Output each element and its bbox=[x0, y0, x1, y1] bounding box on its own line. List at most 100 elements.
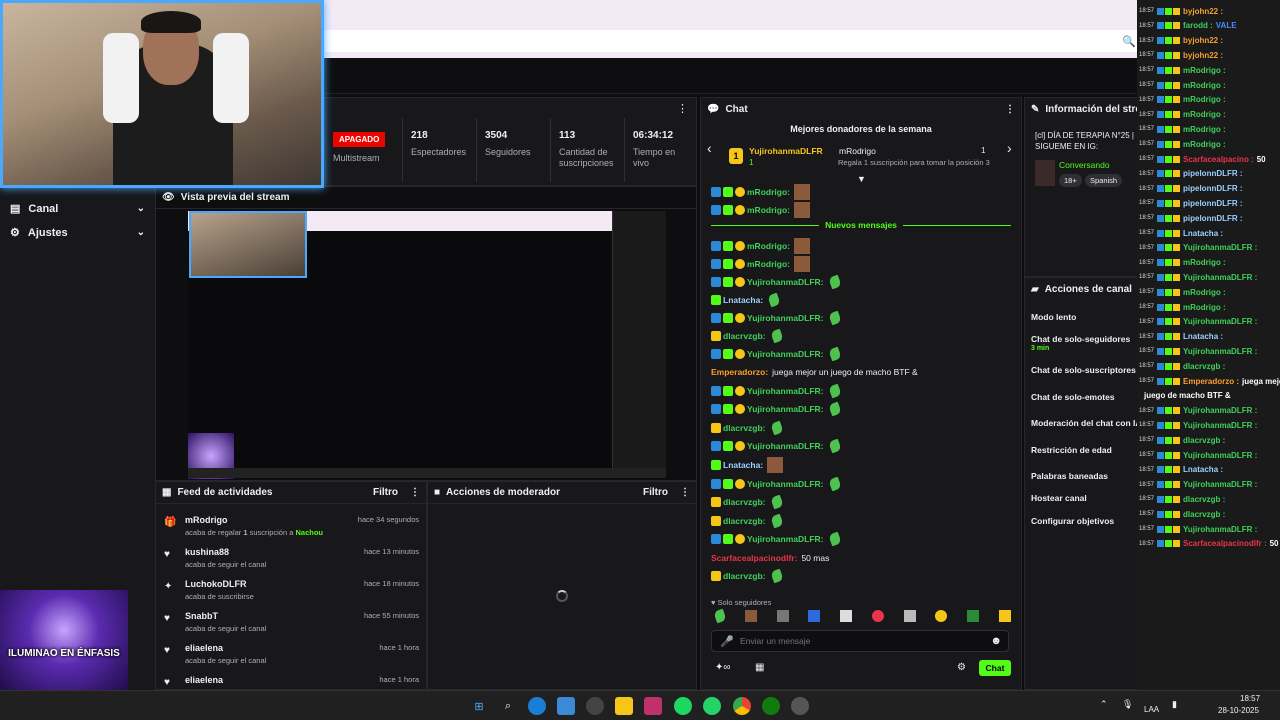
emote-icon[interactable] bbox=[744, 610, 757, 622]
action-followers-only[interactable]: Chat de solo-seguidores bbox=[1031, 334, 1130, 344]
feed-row[interactable]: ♥ SnabbT acaba de seguir el canal hace 5… bbox=[164, 611, 419, 643]
chat-line[interactable]: YujirohanmaDLFR: bbox=[711, 274, 842, 290]
input-language[interactable]: LAA bbox=[1144, 705, 1159, 714]
more-options-icon[interactable]: ⋮ bbox=[1005, 104, 1015, 115]
donors-next-button[interactable]: › bbox=[1007, 140, 1012, 156]
chat-line[interactable]: YujirohanmaDLFR: bbox=[711, 310, 842, 326]
chat-line[interactable]: YujirohanmaDLFR: bbox=[711, 438, 842, 454]
chevron-up-icon[interactable]: ⌃ bbox=[1100, 699, 1108, 710]
chat-tools-icon[interactable]: ✦∞ bbox=[715, 662, 731, 673]
windows-start-icon[interactable]: ⊞ bbox=[470, 697, 488, 715]
feed-user[interactable]: eliaelena bbox=[185, 643, 223, 653]
action-subs-only[interactable]: Chat de solo-suscriptores bbox=[1031, 365, 1136, 375]
more-options-icon[interactable]: ⋮ bbox=[677, 102, 688, 115]
emote-icon[interactable] bbox=[967, 610, 980, 622]
more-options-icon[interactable]: ⋮ bbox=[410, 487, 420, 498]
chat-username[interactable]: mRodrigo: bbox=[747, 241, 790, 251]
mic-icon[interactable]: 🎙 bbox=[1122, 699, 1133, 710]
action-slow-mode[interactable]: Modo lento bbox=[1031, 312, 1076, 322]
feed-user[interactable]: SnabbT bbox=[185, 611, 218, 621]
zoom-icon[interactable]: 🔍 bbox=[1122, 35, 1136, 48]
chat-username[interactable]: Scarfacealpacinodlfr: bbox=[711, 553, 797, 563]
chat-line[interactable]: dlacrvzgb: bbox=[711, 494, 784, 510]
donor-1-name[interactable]: YujirohanmaDLFR bbox=[749, 146, 823, 156]
store-icon[interactable] bbox=[557, 697, 575, 715]
chat-username[interactable]: dlacrvzgb: bbox=[723, 497, 766, 507]
chat-username[interactable]: YujirohanmaDLFR: bbox=[747, 404, 824, 414]
xbox-icon[interactable] bbox=[762, 697, 780, 715]
chevron-down-icon[interactable]: ▼ bbox=[857, 174, 866, 184]
feed-row[interactable]: ✦ LuchokoDLFR acaba de suscribirse hace … bbox=[164, 579, 419, 611]
chat-line[interactable]: dlacrvzgb: bbox=[711, 328, 784, 344]
emote-icon[interactable] bbox=[935, 610, 948, 622]
chat-line[interactable]: YujirohanmaDLFR: bbox=[711, 476, 842, 492]
chat-line[interactable]: dlacrvzgb: bbox=[711, 420, 784, 436]
feed-user[interactable]: eliaelena bbox=[185, 675, 223, 685]
donor-2-name[interactable]: mRodrigo bbox=[839, 146, 876, 156]
app-icon[interactable] bbox=[791, 697, 809, 715]
chat-username[interactable]: YujirohanmaDLFR: bbox=[747, 534, 824, 544]
stream-title[interactable]: [cl] DÍA DE TERAPIA N°25 | SIGUEME EN IG… bbox=[1035, 130, 1139, 152]
clock-date[interactable]: 28-10-2025 bbox=[1218, 706, 1259, 715]
chat-username[interactable]: YujirohanmaDLFR: bbox=[747, 277, 824, 287]
edge-icon[interactable] bbox=[528, 697, 546, 715]
action-emotes-only[interactable]: Chat de solo-emotes bbox=[1031, 392, 1115, 402]
chat-line[interactable]: mRodrigo: bbox=[711, 256, 810, 272]
spotify-icon[interactable] bbox=[674, 697, 692, 715]
feed-filter-button[interactable]: Filtro bbox=[373, 487, 398, 498]
category-name[interactable]: Conversando bbox=[1059, 160, 1110, 170]
mic-icon[interactable]: 🎤 bbox=[720, 635, 734, 648]
chat-line[interactable]: YujirohanmaDLFR: bbox=[711, 401, 842, 417]
chat-line[interactable]: dlacrvzgb: bbox=[711, 568, 784, 584]
chat-line[interactable]: dlacrvzgb: bbox=[711, 513, 784, 529]
feed-row[interactable]: 🎁 mRodrigo acaba de regalar 1 suscripció… bbox=[164, 515, 419, 547]
emote-icon[interactable] bbox=[998, 610, 1011, 622]
action-goals[interactable]: Configurar objetivos bbox=[1031, 516, 1114, 526]
clock-time[interactable]: 18:57 bbox=[1240, 694, 1260, 703]
chat-username[interactable]: dlacrvzgb: bbox=[723, 331, 766, 341]
feed-row[interactable]: ♥ eliaelena acaba de seguir el canal hac… bbox=[164, 643, 419, 675]
action-ai-moderation[interactable]: Moderación del chat con IA bbox=[1031, 418, 1142, 428]
chat-line[interactable]: Lnatacha: bbox=[711, 457, 784, 473]
sidebar-item-canal[interactable]: ▤ Canal ⌄ bbox=[10, 202, 145, 216]
chat-username[interactable]: YujirohanmaDLFR: bbox=[747, 386, 824, 396]
emote-icon[interactable] bbox=[776, 610, 789, 622]
chat-line[interactable]: YujirohanmaDLFR: bbox=[711, 531, 842, 547]
calendar-icon[interactable]: ▦ bbox=[755, 662, 764, 673]
chat-username[interactable]: mRodrigo: bbox=[747, 187, 790, 197]
chrome-icon[interactable] bbox=[733, 697, 751, 715]
more-options-icon[interactable]: ⋮ bbox=[680, 487, 690, 498]
gear-icon[interactable]: ⚙ bbox=[957, 662, 966, 673]
chat-username[interactable]: YujirohanmaDLFR: bbox=[747, 349, 824, 359]
send-chat-button[interactable]: Chat bbox=[979, 660, 1011, 676]
feed-user[interactable]: LuchokoDLFR bbox=[185, 579, 247, 589]
chat-username[interactable]: Emperadorzo: bbox=[711, 367, 768, 377]
chat-input-box[interactable]: 🎤 ☻ bbox=[711, 630, 1009, 652]
address-bar[interactable] bbox=[322, 30, 1140, 52]
chat-username[interactable]: mRodrigo: bbox=[747, 259, 790, 269]
emoji-icon[interactable]: ☻ bbox=[990, 635, 1002, 647]
modact-filter-button[interactable]: Filtro bbox=[643, 487, 668, 498]
action-banned-words[interactable]: Palabras baneadas bbox=[1031, 471, 1108, 481]
emote-icon[interactable] bbox=[713, 608, 727, 624]
feed-user[interactable]: mRodrigo bbox=[185, 515, 228, 525]
chat-username[interactable]: YujirohanmaDLFR: bbox=[747, 479, 824, 489]
chat-line[interactable]: YujirohanmaDLFR: bbox=[711, 383, 842, 399]
chat-username[interactable]: Lnatacha: bbox=[723, 295, 763, 305]
chat-username[interactable]: dlacrvzgb: bbox=[723, 516, 766, 526]
emote-icon[interactable] bbox=[903, 610, 916, 622]
feed-row[interactable]: ♥ eliaelena hace 1 hora bbox=[164, 675, 419, 689]
feed-user[interactable]: kushina88 bbox=[185, 547, 229, 557]
network-icon[interactable]: ▮ bbox=[1172, 699, 1177, 710]
preview-video[interactable] bbox=[188, 211, 666, 479]
chat-line[interactable]: Lnatacha: bbox=[711, 292, 781, 308]
action-host-channel[interactable]: Hostear canal bbox=[1031, 493, 1087, 503]
chat-line[interactable]: mRodrigo: bbox=[711, 184, 810, 200]
chat-line[interactable]: mRodrigo: bbox=[711, 202, 810, 218]
chat-username[interactable]: mRodrigo: bbox=[747, 205, 790, 215]
chat-username[interactable]: dlacrvzgb: bbox=[723, 423, 766, 433]
feed-row[interactable]: ♥ kushina88 acaba de seguir el canal hac… bbox=[164, 547, 419, 579]
search-icon[interactable]: ⌕ bbox=[499, 697, 517, 715]
folder-icon[interactable] bbox=[615, 697, 633, 715]
chat-line[interactable]: YujirohanmaDLFR: bbox=[711, 346, 842, 362]
